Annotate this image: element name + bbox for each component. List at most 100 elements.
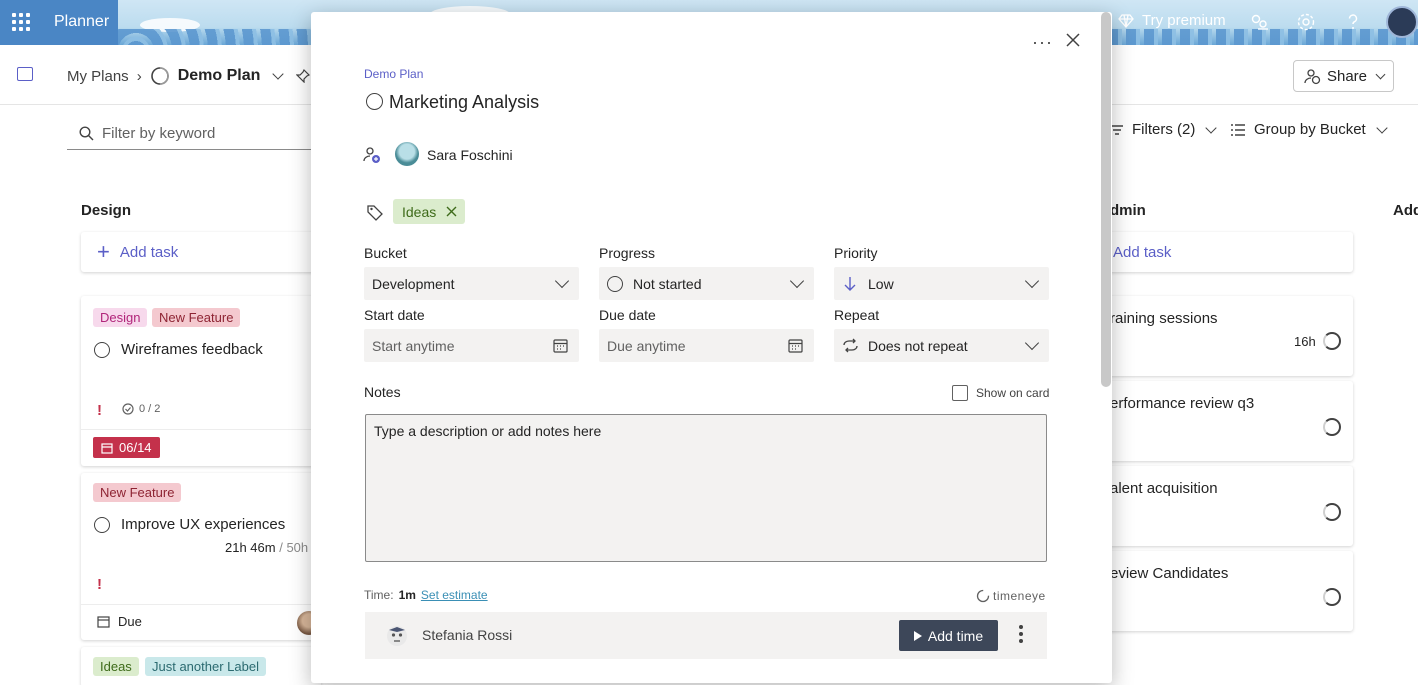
repeat-value: Does not repeat [868,337,968,354]
timer-progress-icon[interactable] [1323,418,1341,436]
timer-progress-icon[interactable] [1323,588,1341,606]
card-title: Wireframes feedback [121,341,263,358]
due-date-placeholder: Due anytime [607,337,686,354]
bucket-title-admin[interactable]: dmin [1110,202,1146,219]
share-button[interactable]: Share [1293,60,1394,92]
gear-icon[interactable] [1295,11,1317,33]
filter-icon [1111,124,1123,135]
assignee-name[interactable]: Sara Foschini [427,147,513,163]
bucket-label: Bucket [364,245,407,261]
breadcrumb-my-plans[interactable]: My Plans [67,68,129,85]
card-label: Just another Label [145,657,266,676]
progress-value: Not started [633,275,702,292]
show-on-card-label: Show on card [976,386,1050,400]
user-avatar [387,626,407,646]
due-date-text: 06/14 [119,440,152,455]
priority-important-icon: ! [97,402,102,419]
try-premium-button[interactable]: Try premium [1118,12,1226,29]
more-vertical-icon[interactable] [1019,625,1023,643]
diamond-icon [1118,13,1134,28]
due-date-button[interactable]: Due [97,614,142,629]
progress-select[interactable]: Not started [599,267,814,300]
add-task-label: Add task [1113,243,1172,261]
card-label: Ideas [93,657,139,676]
repeat-icon [843,338,858,353]
repeat-label: Repeat [834,307,880,323]
timer-progress-icon[interactable] [1323,503,1341,521]
filters-button[interactable]: Filters (2) [1110,121,1218,138]
priority-label: Priority [834,245,878,261]
task-title[interactable]: Marketing Analysis [389,92,539,113]
add-task-button-design[interactable]: + Add task [81,232,321,272]
chevron-down-icon[interactable] [272,68,285,80]
complete-task-checkbox[interactable] [94,517,110,533]
complete-task-checkbox[interactable] [366,93,383,110]
card-label: New Feature [152,308,241,327]
bucket-title-design[interactable]: Design [81,202,131,219]
sidebar-toggle-icon[interactable] [17,67,33,81]
bucket-select[interactable]: Development [364,267,579,300]
notes-textarea[interactable]: Type a description or add notes here [365,414,1047,562]
plan-icon [150,67,169,85]
filter-input[interactable]: Filter by keyword [67,118,317,150]
bucket-value: Development [372,275,455,292]
label-chip: Ideas [393,199,466,224]
priority-select[interactable]: Low [834,267,1049,300]
start-date-picker[interactable]: Start anytime [364,329,579,362]
checkbox-box[interactable] [952,385,968,401]
show-on-card-checkbox[interactable]: Show on card [952,385,1049,401]
assignee-avatar[interactable] [395,142,419,166]
add-time-button[interactable]: Add time [899,620,998,651]
try-premium-label: Try premium [1142,12,1226,29]
add-bucket-button[interactable]: Add [1393,202,1418,219]
task-card[interactable]: erformance review q3 [1100,381,1353,461]
task-details-dialog: ··· Demo Plan Marketing Analysis Sara Fo… [311,12,1112,683]
card-divider [81,604,321,605]
app-name[interactable]: Planner [54,13,109,31]
time-entry-user: Stefania Rossi [422,627,513,643]
task-card[interactable]: Ideas Just another Label [81,647,321,685]
account-avatar[interactable] [1386,6,1418,38]
assign-person-icon[interactable] [363,146,381,164]
share-people-icon[interactable] [1248,11,1270,33]
search-icon [79,126,94,141]
task-card[interactable]: raining sessions 16h [1100,296,1353,376]
priority-important-icon: ! [97,576,102,593]
card-label: Design [93,308,148,327]
group-by-button[interactable]: Group by Bucket [1230,121,1388,138]
calendar-icon [553,339,568,353]
task-card[interactable]: eview Candidates [1100,551,1353,631]
app-launcher-icon[interactable] [12,13,30,31]
task-card[interactable]: alent acquisition [1100,466,1353,546]
plan-title[interactable]: Demo Plan [178,67,261,85]
notes-label: Notes [364,384,401,400]
time-prefix: Time: [364,588,394,602]
task-plan-name[interactable]: Demo Plan [364,67,423,81]
chevron-down-icon [1024,335,1040,351]
chevron-down-icon [1376,121,1388,134]
set-estimate-link[interactable]: Set estimate [421,588,488,602]
timer-progress-icon[interactable] [1323,332,1341,350]
play-icon [913,630,922,641]
start-date-label: Start date [364,307,425,323]
complete-task-checkbox[interactable] [94,342,110,358]
task-card[interactable]: Design New Feature Wireframes feedback !… [81,296,321,466]
add-task-button-admin[interactable]: Add task [1100,232,1353,272]
tag-icon[interactable] [366,203,384,221]
close-icon[interactable] [1065,32,1081,48]
repeat-select[interactable]: Does not repeat [834,329,1049,362]
dialog-scrollbar[interactable] [1101,12,1111,387]
filter-placeholder: Filter by keyword [102,125,216,142]
not-started-icon [607,275,623,292]
timeneye-logo: timeneye [976,589,1046,603]
pin-icon[interactable] [296,69,311,83]
help-icon[interactable] [1342,11,1364,33]
task-card[interactable]: New Feature Improve UX experiences 21h 4… [81,473,321,640]
due-date-badge[interactable]: 06/14 [93,437,160,458]
remove-label-icon[interactable] [446,206,457,217]
card-title: erformance review q3 [1110,395,1255,412]
progress-label: Progress [599,245,656,261]
due-date-picker[interactable]: Due anytime [599,329,814,362]
more-options-icon[interactable]: ··· [1032,32,1053,53]
time-tracked: 21h 46m / 50h 2 [225,540,319,555]
